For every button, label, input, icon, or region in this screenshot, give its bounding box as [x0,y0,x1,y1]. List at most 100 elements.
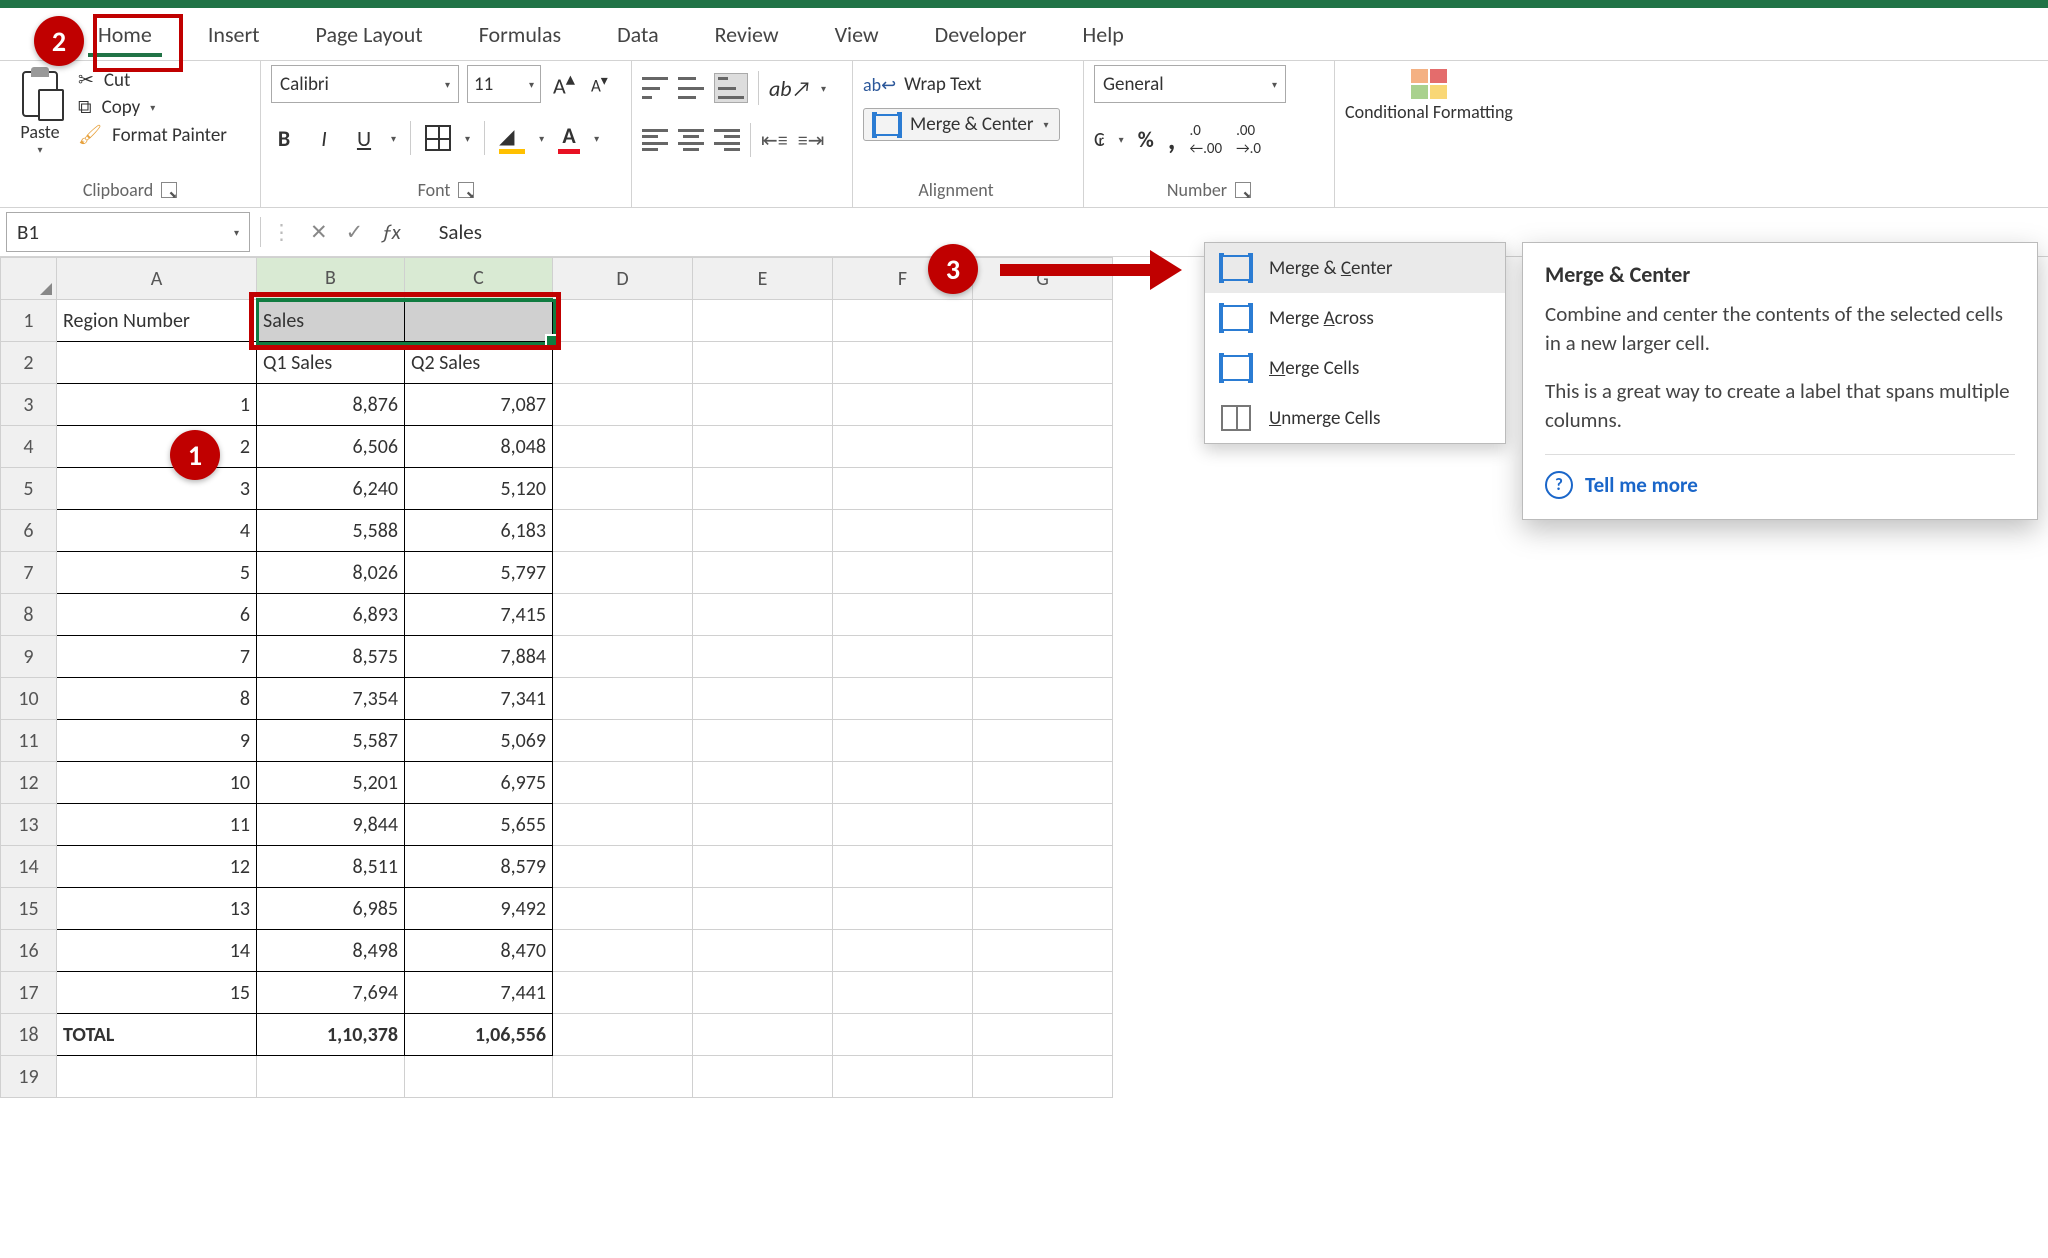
cell-B2[interactable]: Q1 Sales [257,342,405,384]
cell[interactable] [693,846,833,888]
cell[interactable] [693,510,833,552]
row-header[interactable]: 17 [1,972,57,1014]
cell[interactable] [973,1056,1113,1098]
tab-developer[interactable]: Developer [917,13,1045,56]
cell[interactable]: 8 [57,678,257,720]
cell-total-b[interactable]: 1,10,378 [257,1014,405,1056]
cell[interactable]: 3 [57,468,257,510]
cell[interactable] [693,804,833,846]
orientation-button[interactable]: ab↗ [769,75,811,102]
cell[interactable] [973,1014,1113,1056]
cell-total-label[interactable]: TOTAL [57,1014,257,1056]
cell[interactable] [833,762,973,804]
cell[interactable]: 7,354 [257,678,405,720]
cell[interactable] [553,342,693,384]
cell[interactable] [693,762,833,804]
cell[interactable] [973,846,1113,888]
cell[interactable] [693,720,833,762]
cell[interactable] [833,594,973,636]
cell[interactable]: 2 [57,426,257,468]
column-header[interactable]: B [257,258,405,300]
cell[interactable] [973,720,1113,762]
cell-C2[interactable]: Q2 Sales [405,342,553,384]
cell[interactable] [553,300,693,342]
align-right-button[interactable] [714,129,740,151]
cell[interactable] [833,342,973,384]
cell-A1[interactable]: Region Number [57,300,257,342]
cell[interactable] [553,1014,693,1056]
cell[interactable] [693,972,833,1014]
format-painter-button[interactable]: 🖌Format Painter [78,123,227,147]
cell[interactable] [553,972,693,1014]
cell[interactable]: 8,048 [405,426,553,468]
cell[interactable] [693,468,833,510]
cell[interactable] [833,300,973,342]
cell[interactable]: 6,975 [405,762,553,804]
cell[interactable]: 6,893 [257,594,405,636]
column-header[interactable]: C [405,258,553,300]
cell[interactable]: 5 [57,552,257,594]
cell[interactable] [833,510,973,552]
cell[interactable]: 6,183 [405,510,553,552]
decrease-indent-button[interactable]: ⇤≡ [761,128,788,153]
cell[interactable] [553,468,693,510]
cell[interactable] [553,1056,693,1098]
cell[interactable] [973,342,1113,384]
align-bottom-button[interactable] [714,73,748,103]
cell[interactable] [973,762,1113,804]
dialog-launcher-icon[interactable] [161,182,177,198]
select-all-corner[interactable] [1,258,57,300]
cell[interactable]: 6,506 [257,426,405,468]
cell[interactable]: 7 [57,636,257,678]
cell[interactable] [693,930,833,972]
tell-me-more-link[interactable]: ? Tell me more [1545,471,2015,499]
underline-button[interactable]: U [351,125,377,152]
cell[interactable] [973,636,1113,678]
row-header[interactable]: 16 [1,930,57,972]
chevron-down-icon[interactable]: ▾ [391,132,396,145]
cell[interactable]: 7,694 [257,972,405,1014]
cell[interactable] [693,636,833,678]
column-header[interactable]: A [57,258,257,300]
cell[interactable]: 7,884 [405,636,553,678]
merge-center-button[interactable]: Merge & Center ▾ [863,108,1060,141]
cell[interactable] [833,930,973,972]
cell[interactable] [693,300,833,342]
tab-insert[interactable]: Insert [190,13,278,56]
cell[interactable] [693,1014,833,1056]
bold-button[interactable]: B [271,125,297,152]
cell[interactable] [833,804,973,846]
cell[interactable]: 9 [57,720,257,762]
cell[interactable]: 5,797 [405,552,553,594]
cell[interactable]: 12 [57,846,257,888]
row-header[interactable]: 9 [1,636,57,678]
menu-unmerge-cells[interactable]: Unmerge Cells [1205,393,1505,443]
row-header[interactable]: 18 [1,1014,57,1056]
row-header[interactable]: 12 [1,762,57,804]
cell[interactable] [693,552,833,594]
cell[interactable] [833,636,973,678]
cell[interactable] [973,300,1113,342]
cell[interactable] [693,594,833,636]
row-header[interactable]: 6 [1,510,57,552]
cell[interactable]: 5,655 [405,804,553,846]
insert-function-button[interactable]: ƒx [381,219,401,245]
cell[interactable] [257,1056,405,1098]
fill-color-button[interactable]: ◢ [499,122,525,154]
font-size-select[interactable]: 11▾ [467,65,541,103]
dialog-launcher-icon[interactable] [1235,182,1251,198]
cell[interactable] [553,930,693,972]
cell[interactable] [833,552,973,594]
column-header[interactable]: E [693,258,833,300]
row-header[interactable]: 15 [1,888,57,930]
cell[interactable] [553,678,693,720]
cell[interactable] [57,1056,257,1098]
increase-font-size-button[interactable]: A▴ [549,68,579,99]
cell-A2[interactable] [57,342,257,384]
align-top-button[interactable] [642,77,668,99]
copy-button[interactable]: ⧉Copy▾ [78,96,227,119]
row-header[interactable]: 1 [1,300,57,342]
cell[interactable] [553,426,693,468]
tab-page-layout[interactable]: Page Layout [298,13,441,56]
cell[interactable] [693,678,833,720]
